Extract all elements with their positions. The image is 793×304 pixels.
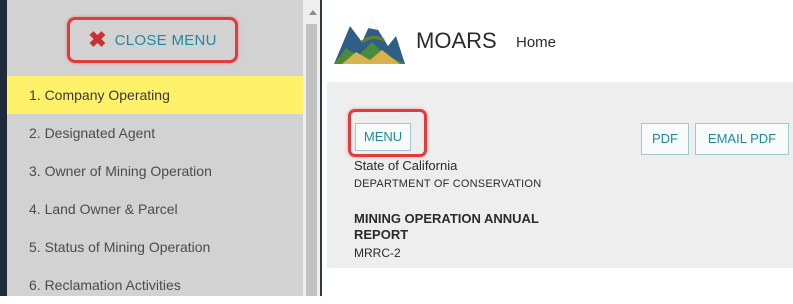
close-icon: ✖: [88, 27, 107, 52]
scroll-up-arrow-icon[interactable]: [309, 10, 317, 15]
email-pdf-button[interactable]: EMAIL PDF: [695, 123, 789, 155]
sidebar-item-reclamation-activities[interactable]: 6. Reclamation Activities: [7, 266, 303, 304]
left-edge-bar: [0, 0, 7, 296]
report-code: MRRC-2: [354, 246, 401, 260]
app-header: MOARS Home: [322, 0, 793, 82]
mountain-seal-logo-icon: [334, 20, 405, 64]
state-label: State of California: [354, 158, 458, 173]
sidebar-item-status-of-mining-operation[interactable]: 5. Status of Mining Operation: [7, 228, 303, 266]
pdf-button[interactable]: PDF: [641, 123, 689, 155]
sidebar-scrollbar[interactable]: [303, 0, 320, 296]
scrollbar-thumb[interactable]: [306, 24, 317, 296]
app-title: MOARS: [416, 28, 497, 53]
sidebar-item-land-owner-parcel[interactable]: 4. Land Owner & Parcel: [7, 190, 303, 228]
menu-button[interactable]: MENU: [355, 123, 411, 151]
report-content-panel: MENU PDF EMAIL PDF State of California D…: [327, 82, 793, 268]
close-menu-button[interactable]: ✖ CLOSE MENU: [71, 21, 234, 59]
department-label: DEPARTMENT OF CONSERVATION: [354, 178, 542, 190]
sidebar-nav-list: 1. Company Operating 2. Designated Agent…: [7, 76, 303, 304]
nav-home-link[interactable]: Home: [516, 34, 556, 51]
sidebar-item-designated-agent[interactable]: 2. Designated Agent: [7, 114, 303, 152]
report-title: MINING OPERATION ANNUAL REPORT: [354, 211, 539, 242]
sidebar-item-owner-of-mining-operation[interactable]: 3. Owner of Mining Operation: [7, 152, 303, 190]
close-menu-label: CLOSE MENU: [114, 31, 217, 49]
sidebar-item-company-operating[interactable]: 1. Company Operating: [7, 76, 303, 114]
